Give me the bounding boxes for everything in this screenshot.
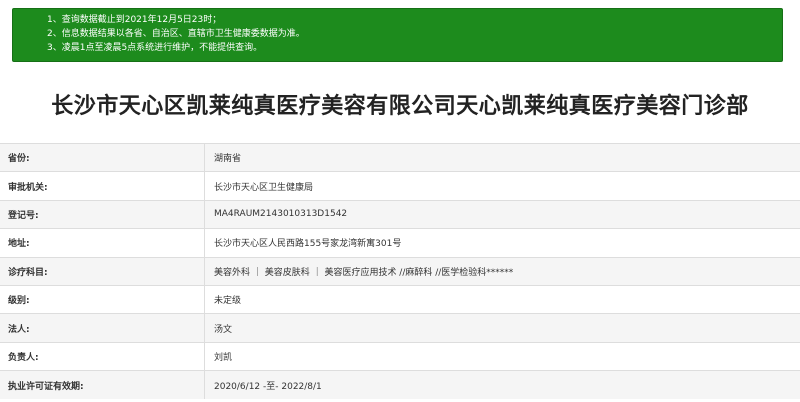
- table-row-license-validity: 执业许可证有效期: 2020/6/12 -至- 2022/8/1: [0, 370, 800, 400]
- row-label: 负责人:: [0, 341, 205, 371]
- row-value: 湖南省: [204, 142, 800, 172]
- row-value: MA4RAUM2143010313D1542: [204, 199, 800, 229]
- row-value: 长沙市天心区人民西路155号家龙湾新寓301号: [204, 228, 800, 258]
- row-label: 审批机关:: [0, 171, 205, 201]
- row-value: 美容外科 ｜ 美容皮肤科 ｜ 美容医疗应用技术 //麻醉科 //医学检验科***…: [204, 256, 800, 286]
- row-value: 2020/6/12 -至- 2022/8/1: [204, 370, 800, 400]
- row-label: 法人:: [0, 313, 205, 343]
- table-row-departments: 诊疗科目: 美容外科 ｜ 美容皮肤科 ｜ 美容医疗应用技术 //麻醉科 //医学…: [0, 256, 800, 286]
- row-value: 未定级: [204, 284, 800, 314]
- row-label: 执业许可证有效期:: [0, 370, 205, 400]
- table-row-legal-person: 法人: 汤文: [0, 313, 800, 343]
- table-row-level: 级别: 未定级: [0, 284, 800, 314]
- notice-line-3: 3、凌晨1点至凌晨5点系统进行维护，不能提供查询。: [47, 43, 263, 53]
- row-value: 刘凯: [204, 341, 800, 371]
- notice-line-2: 2、信息数据结果以各省、自治区、直辖市卫生健康委数据为准。: [47, 29, 305, 39]
- row-value: 长沙市天心区卫生健康局: [204, 171, 800, 201]
- table-row-person-in-charge: 负责人: 刘凯: [0, 341, 800, 371]
- institution-info-table: 省份: 湖南省 审批机关: 长沙市天心区卫生健康局 登记号: MA4RAUM21…: [0, 142, 800, 400]
- table-row-address: 地址: 长沙市天心区人民西路155号家龙湾新寓301号: [0, 228, 800, 258]
- table-row-registration-number: 登记号: MA4RAUM2143010313D1542: [0, 199, 800, 229]
- row-label: 级别:: [0, 284, 205, 314]
- notice-banner: 1、查询数据截止到2021年12月5日23时； 2、信息数据结果以各省、自治区、…: [12, 8, 783, 62]
- page: 1、查询数据截止到2021年12月5日23时； 2、信息数据结果以各省、自治区、…: [0, 0, 800, 402]
- notice-line-1: 1、查询数据截止到2021年12月5日23时；: [47, 15, 222, 25]
- row-label: 省份:: [0, 142, 205, 172]
- table-row-province: 省份: 湖南省: [0, 142, 800, 172]
- page-title: 长沙市天心区凯莱纯真医疗美容有限公司天心凯莱纯真医疗美容门诊部: [51, 94, 749, 119]
- table-row-approval-authority: 审批机关: 长沙市天心区卫生健康局: [0, 171, 800, 201]
- row-value: 汤文: [204, 313, 800, 343]
- row-label: 登记号:: [0, 199, 205, 229]
- row-label: 诊疗科目:: [0, 256, 205, 286]
- row-label: 地址:: [0, 228, 205, 258]
